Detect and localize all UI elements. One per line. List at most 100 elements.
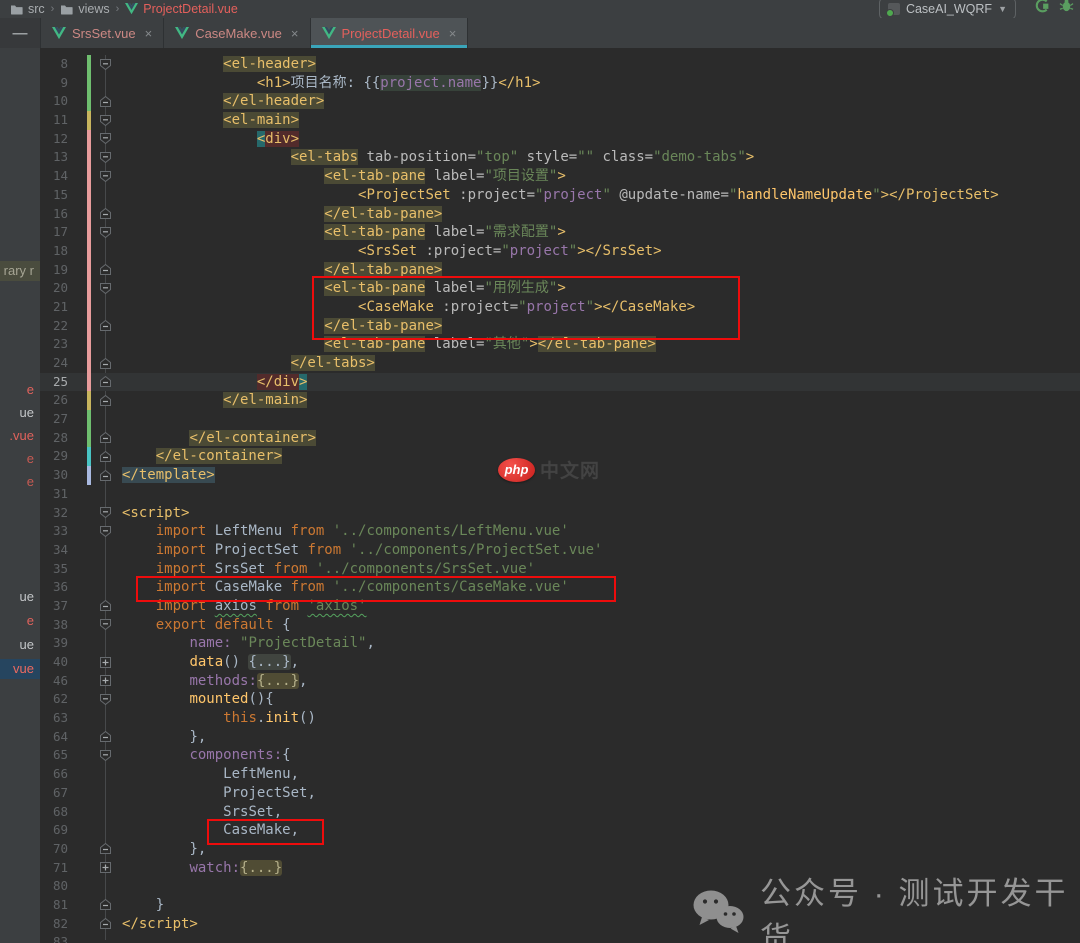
project-tree-item[interactable]: ue: [0, 635, 34, 655]
code-line-63[interactable]: 63 this.init(): [40, 709, 1080, 728]
code-line-35[interactable]: 35 import SrsSet from '../components/Srs…: [40, 560, 1080, 579]
editor-tab-CaseMake.vue[interactable]: CaseMake.vue×: [164, 18, 310, 48]
fold-icon[interactable]: [99, 114, 112, 127]
fold-icon[interactable]: [99, 282, 112, 295]
code-line-13[interactable]: 13 <el-tabs tab-position="top" style="" …: [40, 148, 1080, 167]
fold-icon[interactable]: [99, 394, 112, 407]
code-line-22[interactable]: 22 </el-tab-pane>: [40, 317, 1080, 336]
fold-icon[interactable]: [99, 450, 112, 463]
project-tree-strip[interactable]: rary reue.vueeeueeuevue: [0, 48, 40, 943]
code-line-31[interactable]: 31: [40, 485, 1080, 504]
project-tree-item[interactable]: ue: [0, 403, 34, 423]
breadcrumb-item[interactable]: views: [60, 2, 109, 16]
fold-icon[interactable]: [99, 132, 112, 145]
project-tree-item[interactable]: rary r: [0, 261, 40, 281]
run-icon[interactable]: [1034, 0, 1050, 18]
close-icon[interactable]: ×: [449, 26, 457, 41]
code-line-24[interactable]: 24 </el-tabs>: [40, 354, 1080, 373]
code-line-28[interactable]: 28 </el-container>: [40, 429, 1080, 448]
fold-icon[interactable]: [99, 226, 112, 239]
fold-icon[interactable]: [99, 58, 112, 71]
fold-icon[interactable]: [99, 674, 112, 687]
code-line-66[interactable]: 66 LeftMenu,: [40, 765, 1080, 784]
code-line-19[interactable]: 19 </el-tab-pane>: [40, 261, 1080, 280]
fold-icon[interactable]: [99, 506, 112, 519]
code-editor[interactable]: 8 <el-header>9 <h1>项目名称: {{project.name}…: [40, 48, 1080, 943]
project-tree-item[interactable]: e: [0, 380, 34, 400]
fold-icon[interactable]: [99, 599, 112, 612]
code-line-62[interactable]: 62 mounted(){: [40, 690, 1080, 709]
fold-icon[interactable]: [99, 375, 112, 388]
fold-icon[interactable]: [99, 319, 112, 332]
fold-icon[interactable]: [99, 263, 112, 276]
code-line-67[interactable]: 67 ProjectSet,: [40, 784, 1080, 803]
fold-icon[interactable]: [99, 170, 112, 183]
code-line-16[interactable]: 16 </el-tab-pane>: [40, 205, 1080, 224]
code-line-32[interactable]: 32<script>: [40, 504, 1080, 523]
breadcrumb-item[interactable]: src: [10, 2, 45, 16]
project-tree-item[interactable]: e: [0, 611, 34, 631]
code-line-9[interactable]: 9 <h1>项目名称: {{project.name}}</h1>: [40, 74, 1080, 93]
fold-icon[interactable]: [99, 842, 112, 855]
code-line-34[interactable]: 34 import ProjectSet from '../components…: [40, 541, 1080, 560]
code-line-20[interactable]: 20 <el-tab-pane label="用例生成">: [40, 279, 1080, 298]
code-line-14[interactable]: 14 <el-tab-pane label="项目设置">: [40, 167, 1080, 186]
breadcrumb-item[interactable]: ProjectDetail.vue: [125, 2, 238, 16]
project-tree-item[interactable]: e: [0, 449, 34, 469]
code-token: >: [529, 336, 537, 352]
code-text: </el-tab-pane>: [122, 206, 442, 222]
fold-icon[interactable]: [99, 469, 112, 482]
code-line-21[interactable]: 21 <CaseMake :project="project"></CaseMa…: [40, 298, 1080, 317]
code-line-12[interactable]: 12 <div>: [40, 130, 1080, 149]
fold-icon[interactable]: [99, 898, 112, 911]
run-configuration-select[interactable]: CaseAI_WQRF ▼: [879, 0, 1016, 20]
code-line-40[interactable]: 40 data() {...},: [40, 653, 1080, 672]
fold-icon[interactable]: [99, 95, 112, 108]
editor-tab-ProjectDetail.vue[interactable]: ProjectDetail.vue×: [311, 18, 469, 48]
code-line-15[interactable]: 15 <ProjectSet :project="project" @updat…: [40, 186, 1080, 205]
code-line-17[interactable]: 17 <el-tab-pane label="需求配置">: [40, 223, 1080, 242]
project-tree-item[interactable]: vue: [0, 659, 40, 679]
code-line-38[interactable]: 38 export default {: [40, 616, 1080, 635]
code-line-33[interactable]: 33 import LeftMenu from '../components/L…: [40, 522, 1080, 541]
project-tree-item[interactable]: .vue: [0, 426, 34, 446]
code-line-25[interactable]: 25 </div>: [40, 373, 1080, 392]
line-number: 81: [40, 896, 68, 915]
code-line-11[interactable]: 11 <el-main>: [40, 111, 1080, 130]
close-icon[interactable]: ×: [145, 26, 153, 41]
fold-icon[interactable]: [99, 656, 112, 669]
fold-icon[interactable]: [99, 730, 112, 743]
code-line-46[interactable]: 46 methods:{...},: [40, 672, 1080, 691]
code-line-10[interactable]: 10 </el-header>: [40, 92, 1080, 111]
code-line-8[interactable]: 8 <el-header>: [40, 55, 1080, 74]
fold-icon[interactable]: [99, 431, 112, 444]
hide-tabs-button[interactable]: —: [0, 18, 41, 48]
code-line-18[interactable]: 18 <SrsSet :project="project"></SrsSet>: [40, 242, 1080, 261]
debug-icon[interactable]: [1059, 0, 1074, 18]
code-line-68[interactable]: 68 SrsSet,: [40, 803, 1080, 822]
code-line-37[interactable]: 37 import axios from 'axios': [40, 597, 1080, 616]
project-tree-item[interactable]: ue: [0, 587, 34, 607]
code-line-70[interactable]: 70 },: [40, 840, 1080, 859]
code-line-26[interactable]: 26 </el-main>: [40, 391, 1080, 410]
fold-icon[interactable]: [99, 151, 112, 164]
code-line-69[interactable]: 69 CaseMake,: [40, 821, 1080, 840]
fold-icon[interactable]: [99, 357, 112, 370]
fold-icon[interactable]: [99, 207, 112, 220]
editor-tab-SrsSet.vue[interactable]: SrsSet.vue×: [41, 18, 164, 48]
code-line-65[interactable]: 65 components:{: [40, 746, 1080, 765]
code-line-27[interactable]: 27: [40, 410, 1080, 429]
fold-icon[interactable]: [99, 749, 112, 762]
code-line-64[interactable]: 64 },: [40, 728, 1080, 747]
fold-icon[interactable]: [99, 693, 112, 706]
project-tree-item[interactable]: e: [0, 472, 34, 492]
fold-icon[interactable]: [99, 917, 112, 930]
code-line-23[interactable]: 23 <el-tab-pane label="其他"></el-tab-pane…: [40, 335, 1080, 354]
close-icon[interactable]: ×: [291, 26, 299, 41]
fold-icon[interactable]: [99, 861, 112, 874]
code-line-39[interactable]: 39 name: "ProjectDetail",: [40, 634, 1080, 653]
code-token: LeftMenu: [215, 523, 291, 539]
fold-icon[interactable]: [99, 525, 112, 538]
fold-icon[interactable]: [99, 618, 112, 631]
code-line-36[interactable]: 36 import CaseMake from '../components/C…: [40, 578, 1080, 597]
